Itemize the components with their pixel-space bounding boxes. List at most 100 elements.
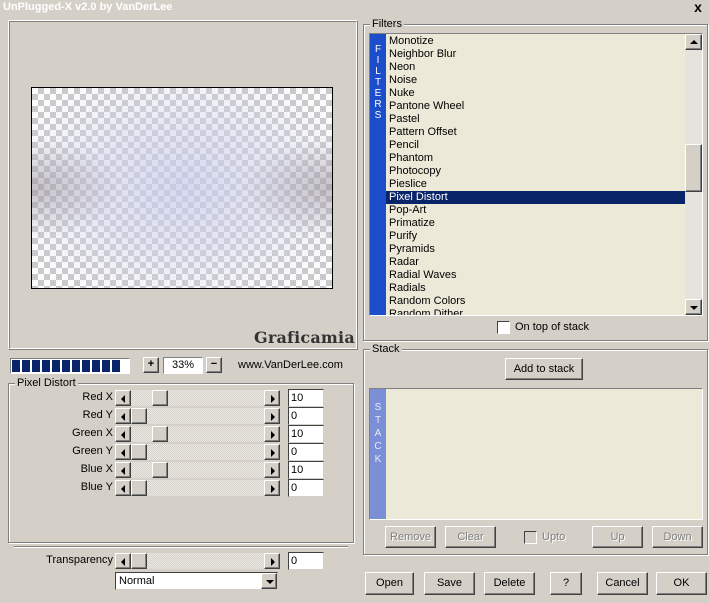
scrollbar-thumb[interactable] bbox=[685, 144, 702, 192]
on-top-checkbox[interactable] bbox=[497, 321, 510, 334]
progress-block bbox=[32, 360, 40, 372]
open-button[interactable]: Open bbox=[365, 572, 414, 595]
progress-bar bbox=[10, 358, 130, 374]
zoom-out-button[interactable]: − bbox=[206, 357, 222, 373]
slider-right-arrow-icon[interactable] bbox=[264, 480, 280, 496]
watermark-text: Graficamia bbox=[254, 328, 355, 347]
slider-right-arrow-icon[interactable] bbox=[264, 408, 280, 424]
filters-tab-letter: T bbox=[374, 77, 382, 88]
slider-track[interactable] bbox=[115, 390, 280, 406]
stack-tab-letter: T bbox=[374, 415, 382, 426]
slider-right-arrow-icon[interactable] bbox=[264, 553, 280, 569]
scroll-down-icon[interactable] bbox=[685, 299, 702, 315]
filter-list-item[interactable]: Monotize bbox=[386, 35, 686, 48]
blend-mode-select[interactable]: Normal bbox=[115, 572, 278, 590]
filter-list-item[interactable]: Pantone Wheel bbox=[386, 100, 686, 113]
transparency-value-field[interactable]: 0 bbox=[288, 552, 324, 570]
filter-list-item[interactable]: Radial Waves bbox=[386, 269, 686, 282]
zoom-level-field[interactable]: 33% bbox=[163, 357, 203, 374]
slider-thumb[interactable] bbox=[152, 426, 168, 442]
filter-list-item[interactable]: Pastel bbox=[386, 113, 686, 126]
filter-list-item[interactable]: Phantom bbox=[386, 152, 686, 165]
progress-block bbox=[42, 360, 50, 372]
zoom-in-button[interactable]: + bbox=[143, 357, 159, 373]
filter-list-item[interactable]: Radials bbox=[386, 282, 686, 295]
filter-list-item[interactable]: Pencil bbox=[386, 139, 686, 152]
slider-left-arrow-icon[interactable] bbox=[115, 390, 131, 406]
down-button[interactable]: Down bbox=[652, 526, 703, 548]
slider-right-arrow-icon[interactable] bbox=[264, 390, 280, 406]
slider-value-field[interactable]: 10 bbox=[288, 425, 324, 443]
transparency-slider[interactable] bbox=[115, 553, 280, 569]
slider-track[interactable] bbox=[115, 480, 280, 496]
window-title: UnPlugged-X v2.0 by VanDerLee bbox=[3, 1, 173, 13]
slider-thumb[interactable] bbox=[152, 390, 168, 406]
delete-button[interactable]: Delete bbox=[484, 572, 535, 595]
preview-image[interactable] bbox=[31, 87, 333, 289]
add-to-stack-button[interactable]: Add to stack bbox=[505, 358, 583, 380]
slider-thumb[interactable] bbox=[131, 444, 147, 460]
stack-vertical-tab: STACK bbox=[370, 389, 386, 519]
slider-thumb[interactable] bbox=[131, 408, 147, 424]
ok-button[interactable]: OK bbox=[656, 572, 707, 595]
slider-right-arrow-icon[interactable] bbox=[264, 444, 280, 460]
filter-list-item[interactable]: Primatize bbox=[386, 217, 686, 230]
filter-list-item[interactable]: Random Colors bbox=[386, 295, 686, 308]
slider-right-arrow-icon[interactable] bbox=[264, 462, 280, 478]
slider-left-arrow-icon[interactable] bbox=[115, 444, 131, 460]
filter-list-item[interactable]: Purify bbox=[386, 230, 686, 243]
slider-left-arrow-icon[interactable] bbox=[115, 408, 131, 424]
cancel-button[interactable]: Cancel bbox=[597, 572, 648, 595]
filter-list-item[interactable]: Pieslice bbox=[386, 178, 686, 191]
scroll-up-icon[interactable] bbox=[685, 34, 702, 50]
filters-scrollbar[interactable] bbox=[685, 34, 702, 315]
filter-list-item[interactable]: Pop-Art bbox=[386, 204, 686, 217]
slider-value-field[interactable]: 10 bbox=[288, 389, 324, 407]
slider-left-arrow-icon[interactable] bbox=[115, 553, 131, 569]
remove-button[interactable]: Remove bbox=[385, 526, 436, 548]
filters-tab-letter: F bbox=[374, 44, 382, 55]
upto-checkbox[interactable] bbox=[524, 531, 537, 544]
filters-tab-letter: L bbox=[375, 66, 381, 77]
stack-list[interactable]: STACK bbox=[369, 388, 703, 520]
filter-list-item[interactable]: Noise bbox=[386, 74, 686, 87]
slider-value-field[interactable]: 0 bbox=[288, 407, 324, 425]
filter-list-item[interactable]: Radar bbox=[386, 256, 686, 269]
slider-value-field[interactable]: 0 bbox=[288, 479, 324, 497]
slider-right-arrow-icon[interactable] bbox=[264, 426, 280, 442]
filter-list-item[interactable]: Random Dither bbox=[386, 308, 686, 315]
help-button[interactable]: ? bbox=[550, 572, 582, 595]
on-top-label: On top of stack bbox=[515, 321, 589, 333]
slider-left-arrow-icon[interactable] bbox=[115, 480, 131, 496]
clear-button[interactable]: Clear bbox=[445, 526, 496, 548]
slider-track[interactable] bbox=[115, 462, 280, 478]
slider-left-arrow-icon[interactable] bbox=[115, 426, 131, 442]
progress-block bbox=[52, 360, 60, 372]
save-button[interactable]: Save bbox=[424, 572, 475, 595]
slider-left-arrow-icon[interactable] bbox=[115, 462, 131, 478]
slider-track[interactable] bbox=[115, 408, 280, 424]
filter-list-item[interactable]: Pixel Distort bbox=[386, 191, 686, 204]
slider-list: Red X 10 Red Y 0 Green X 10 Green Y 0 Blue X 10 Bl… bbox=[8, 389, 354, 510]
filter-list-item[interactable]: Photocopy bbox=[386, 165, 686, 178]
slider-value-field[interactable]: 10 bbox=[288, 461, 324, 479]
slider-thumb[interactable] bbox=[131, 553, 147, 569]
filter-list-item[interactable]: Pyramids bbox=[386, 243, 686, 256]
up-button[interactable]: Up bbox=[592, 526, 643, 548]
slider-row: Green X 10 bbox=[8, 425, 338, 443]
settings-group-label: Pixel Distort bbox=[15, 377, 78, 389]
slider-value-field[interactable]: 0 bbox=[288, 443, 324, 461]
filter-list-item[interactable]: Pattern Offset bbox=[386, 126, 686, 139]
filter-list-item[interactable]: Nuke bbox=[386, 87, 686, 100]
chevron-down-icon[interactable] bbox=[261, 573, 277, 589]
slider-track[interactable] bbox=[115, 444, 280, 460]
slider-track[interactable] bbox=[115, 426, 280, 442]
website-link[interactable]: www.VanDerLee.com bbox=[238, 359, 343, 371]
filter-list-item[interactable]: Neighbor Blur bbox=[386, 48, 686, 61]
filter-list-item[interactable]: Neon bbox=[386, 61, 686, 74]
slider-thumb[interactable] bbox=[152, 462, 168, 478]
filters-tab-letter: E bbox=[374, 88, 382, 99]
slider-thumb[interactable] bbox=[131, 480, 147, 496]
close-icon[interactable]: x bbox=[691, 0, 705, 15]
filters-group-label: Filters bbox=[370, 18, 404, 30]
